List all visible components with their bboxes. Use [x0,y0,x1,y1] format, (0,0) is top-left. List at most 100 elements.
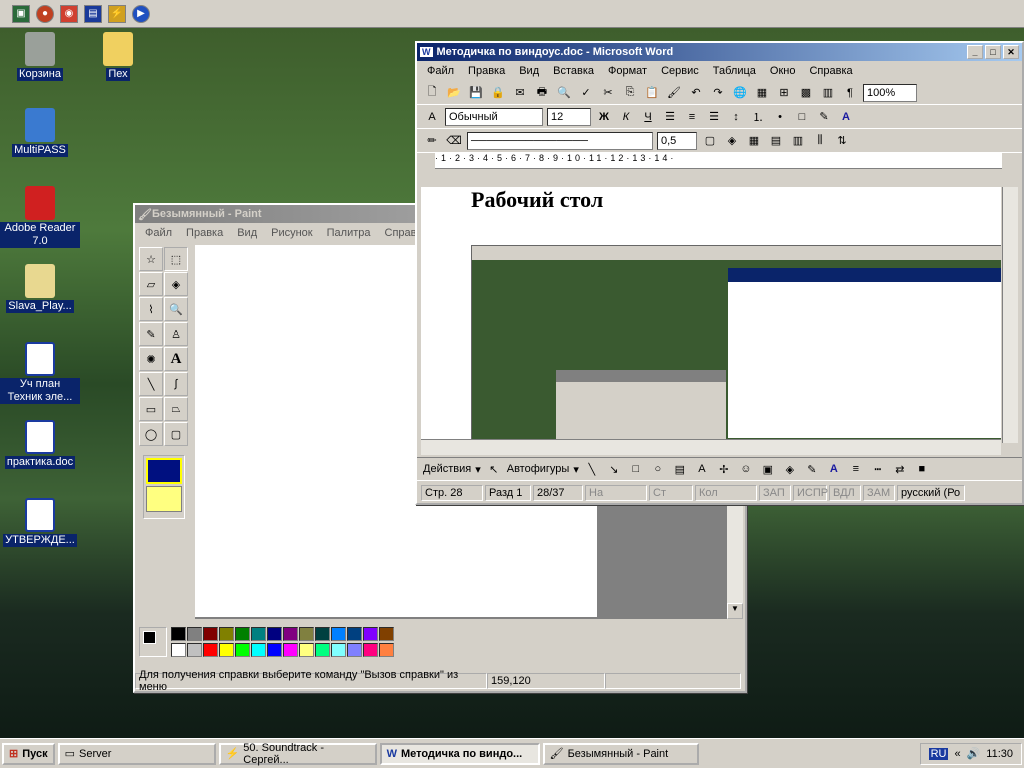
draw-pencil-icon[interactable]: ✏ [423,132,441,150]
style-select[interactable]: Обычный [445,107,543,126]
minimize-icon[interactable]: _ [967,45,983,59]
palette-color-swatch[interactable] [219,642,234,657]
highlight-icon[interactable]: ✎ [815,108,833,126]
paint-menu-view[interactable]: Вид [237,227,257,239]
word-menu-format[interactable]: Формат [608,65,647,77]
polygon-icon[interactable]: ⏢ [164,397,188,421]
task-paint[interactable]: 🖌 Безымянный - Paint [542,742,699,765]
spelling-icon[interactable]: ✓ [577,84,595,102]
undo-icon[interactable]: ↶ [687,84,705,102]
line-style-select[interactable]: ─────────────── [467,131,653,150]
bold-icon[interactable]: Ж [595,108,613,126]
rect-select-icon[interactable]: ⬚ [164,247,188,271]
task-word[interactable]: W Методичка по виндо... [379,742,540,765]
palette-color-swatch[interactable] [187,642,202,657]
desktop-icon-recycle[interactable]: Корзина [0,32,80,81]
text-tool-icon[interactable]: A [164,347,188,371]
desktop-icon-playlist[interactable]: Slava_Play... [0,264,80,313]
word-titlebar[interactable]: W Методичка по виндоус.doc - Microsoft Wo… [417,43,1022,61]
start-button[interactable]: ⊞ Пуск [2,742,55,765]
palette-color-swatch[interactable] [267,642,282,657]
arrow-style-icon[interactable]: ⇄ [891,460,909,478]
palette-color-swatch[interactable] [283,642,298,657]
word-menu-file[interactable]: Файл [427,65,454,77]
line-style-icon[interactable]: ≡ [847,460,865,478]
draw-font-color-icon[interactable]: A [825,460,843,478]
desktop-icon-folder[interactable]: Пех [78,32,158,81]
palette-color-swatch[interactable] [203,627,218,641]
copy-icon[interactable]: ⎘ [621,84,639,102]
close-icon[interactable]: ✕ [1003,45,1019,59]
player-icon[interactable]: ▶ [132,4,150,23]
line-color-icon[interactable]: ✎ [803,460,821,478]
clipart-icon[interactable]: ☺ [737,460,755,478]
excel-icon[interactable]: ▩ [797,84,815,102]
desktop-icon-praktika[interactable]: практика.doc [0,420,80,469]
cut-icon[interactable]: ✂ [599,84,617,102]
align-left-icon[interactable]: ☰ [661,108,679,126]
palette-color-swatch[interactable] [299,627,314,641]
word-menu-edit[interactable]: Правка [468,65,505,77]
show-desktop-icon[interactable]: ▣ [12,4,30,23]
free-select-icon[interactable]: ☆ [139,247,163,271]
palette-color-swatch[interactable] [251,627,266,641]
palette-color-swatch[interactable] [363,642,378,657]
transparent-option-icon[interactable] [146,486,182,512]
align-center-icon[interactable]: ≡ [683,108,701,126]
maximize-icon[interactable]: □ [985,45,1001,59]
email-icon[interactable]: ✉ [511,84,529,102]
italic-icon[interactable]: К [617,108,635,126]
print-icon[interactable]: 🖶 [533,84,551,102]
pencil-icon[interactable]: ✎ [139,322,163,346]
palette-color-swatch[interactable] [171,627,186,641]
word-menu-view[interactable]: Вид [519,65,539,77]
tables-borders-icon[interactable]: ▦ [753,84,771,102]
volume-icon[interactable]: 🔊 [967,747,981,760]
curve-icon[interactable]: ∫ [164,372,188,396]
oval-tool-icon[interactable]: ○ [649,460,667,478]
palette-color-swatch[interactable] [299,642,314,657]
diagram-icon[interactable]: ✢ [715,460,733,478]
airbrush-icon[interactable]: ✺ [139,347,163,371]
palette-color-swatch[interactable] [187,627,202,641]
palette-color-swatch[interactable] [171,642,186,657]
magnifier-icon[interactable]: 🔍 [164,297,188,321]
status-ext[interactable]: ВДЛ [829,485,861,501]
draw-actions-menu[interactable]: Действия [423,463,471,475]
word-menu-help[interactable]: Справка [809,65,852,77]
distribute-icon[interactable]: ⫼ [811,132,829,150]
word-menu-tools[interactable]: Сервис [661,65,699,77]
line-icon[interactable]: ╲ [139,372,163,396]
wordart-icon[interactable]: A [693,460,711,478]
tray-expand-icon[interactable]: « [954,748,960,760]
insert-table-icon[interactable]: ⊞ [775,84,793,102]
format-painter-icon[interactable]: 🖌 [665,84,683,102]
columns-icon[interactable]: ▥ [819,84,837,102]
word-document[interactable]: Рабочий стол [421,187,1001,439]
picture-icon[interactable]: ▣ [759,460,777,478]
palette-color-swatch[interactable] [347,642,362,657]
foreground-color[interactable] [143,631,156,644]
word-vscroll[interactable] [1002,187,1018,443]
fill-icon[interactable]: ◈ [164,272,188,296]
redo-icon[interactable]: ↷ [709,84,727,102]
media-icon[interactable]: ◉ [60,4,78,23]
autoshapes-menu[interactable]: Автофигуры [507,463,570,475]
brush-icon[interactable]: ♙ [164,322,188,346]
palette-color-swatch[interactable] [267,627,282,641]
paste-icon[interactable]: 📋 [643,84,661,102]
ellipse-icon[interactable]: ◯ [139,422,163,446]
shadow-icon[interactable]: ■ [913,460,931,478]
border-icon[interactable]: □ [793,108,811,126]
task-server[interactable]: ▭ Server [57,742,216,765]
border-color-icon[interactable]: ▢ [701,132,719,150]
line-weight-select[interactable]: 0,5 [657,131,697,150]
desktop-icon-utverzhd[interactable]: УТВЕРЖДЕ... [0,498,80,547]
dash-style-icon[interactable]: ┅ [869,460,887,478]
underline-icon[interactable]: Ч [639,108,657,126]
align-cell-icon[interactable]: ▥ [789,132,807,150]
font-color-icon[interactable]: A [837,108,855,126]
palette-color-swatch[interactable] [219,627,234,641]
task-winamp[interactable]: ⚡ 50. Soundtrack - Сергей... [218,742,377,766]
save-icon[interactable]: ▤ [84,4,102,23]
